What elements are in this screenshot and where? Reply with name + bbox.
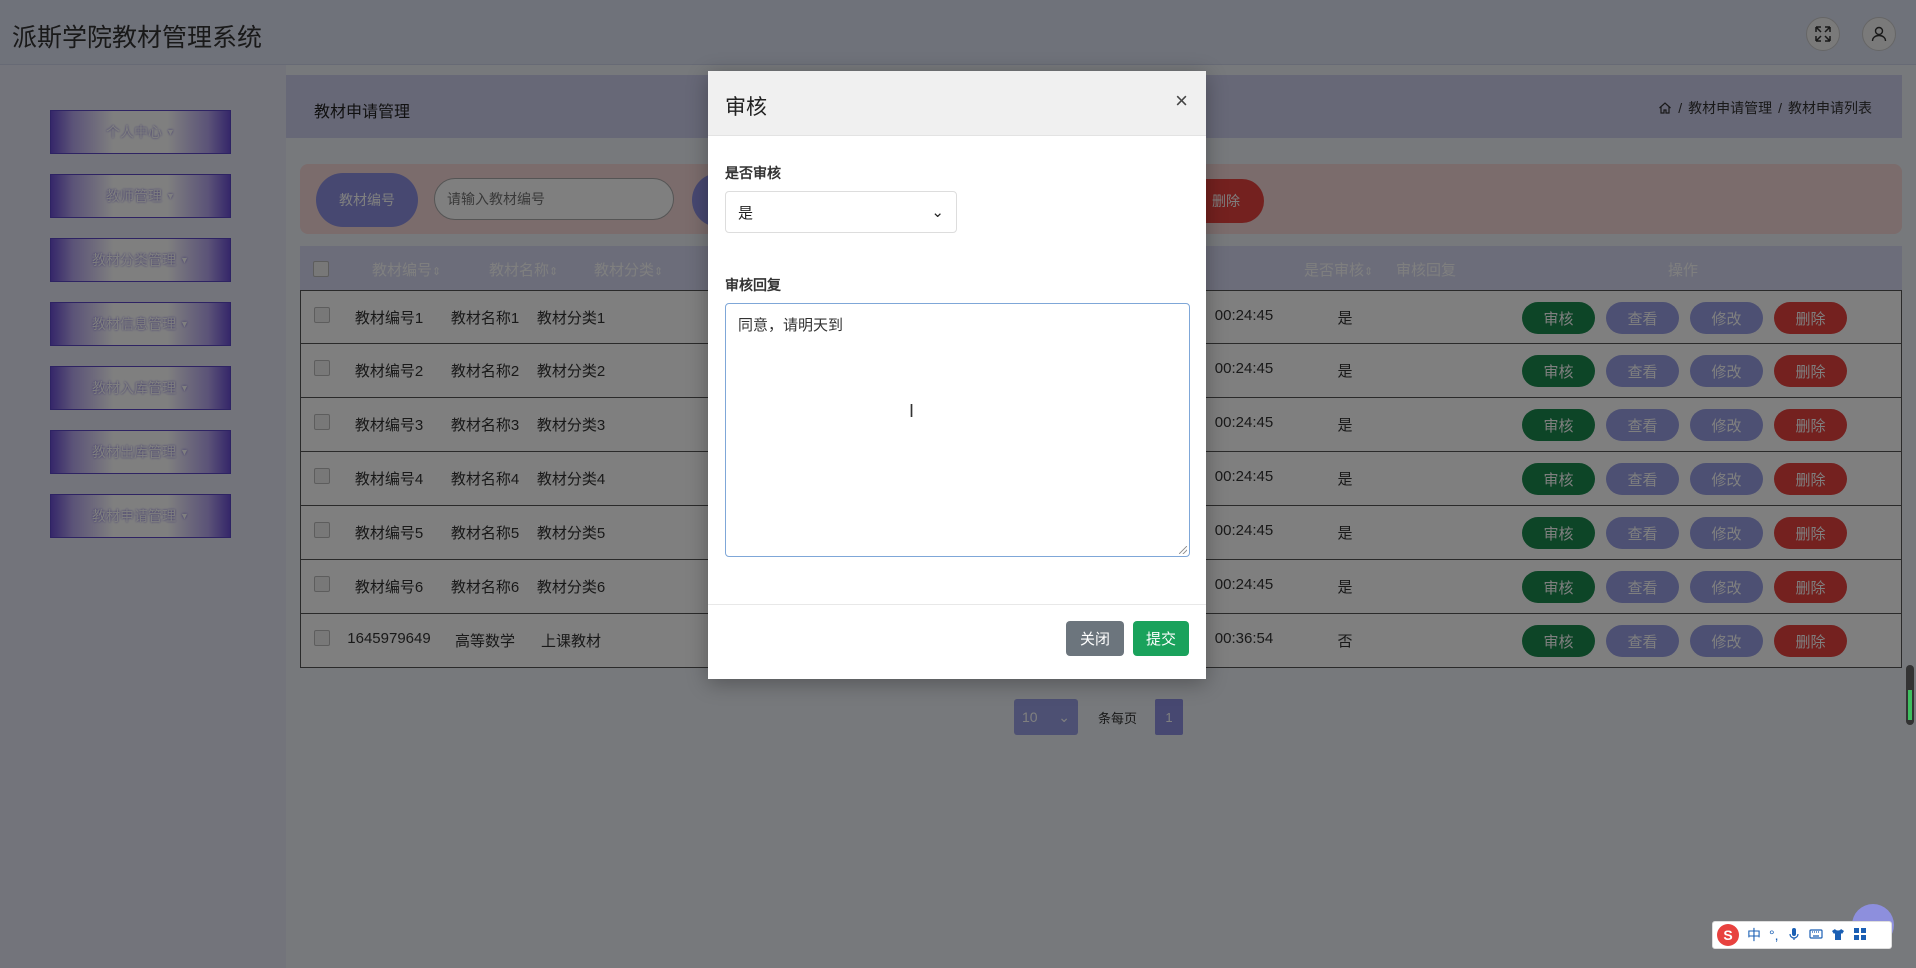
- modal-header: 审核 ×: [708, 71, 1206, 136]
- ime-logo[interactable]: S: [1717, 924, 1739, 946]
- audit-status-label: 是否审核: [725, 165, 781, 181]
- scroll-indicator: [1908, 690, 1912, 720]
- audit-reply-text: 同意，请明天到: [738, 317, 844, 334]
- ime-language-toggle[interactable]: 中: [1747, 925, 1761, 945]
- chevron-down-icon: ⌄: [931, 204, 944, 221]
- submit-button[interactable]: 提交: [1133, 621, 1189, 656]
- microphone-icon[interactable]: [1787, 927, 1801, 944]
- modal-footer: 关闭 提交: [708, 604, 1206, 680]
- close-icon[interactable]: ×: [1175, 88, 1188, 114]
- keyboard-icon[interactable]: [1808, 927, 1823, 944]
- ime-toolbar: S 中 °,: [1712, 921, 1892, 949]
- audit-reply-textarea[interactable]: 同意，请明天到 I: [725, 303, 1190, 557]
- skin-icon[interactable]: [1831, 927, 1845, 944]
- resize-handle[interactable]: [1179, 546, 1187, 554]
- toolbox-icon[interactable]: [1853, 927, 1867, 944]
- audit-status-value: 是: [738, 204, 754, 222]
- audit-modal: 审核 × 是否审核 是 ⌄ 审核回复 同意，请明天到 I 关闭 提交: [708, 71, 1206, 679]
- ime-punctuation-toggle[interactable]: °,: [1769, 927, 1779, 943]
- text-cursor-icon: I: [909, 401, 915, 421]
- modal-title: 审核: [725, 96, 767, 119]
- close-button[interactable]: 关闭: [1066, 621, 1124, 656]
- audit-reply-label: 审核回复: [725, 277, 781, 293]
- audit-status-select[interactable]: 是 ⌄: [725, 191, 957, 233]
